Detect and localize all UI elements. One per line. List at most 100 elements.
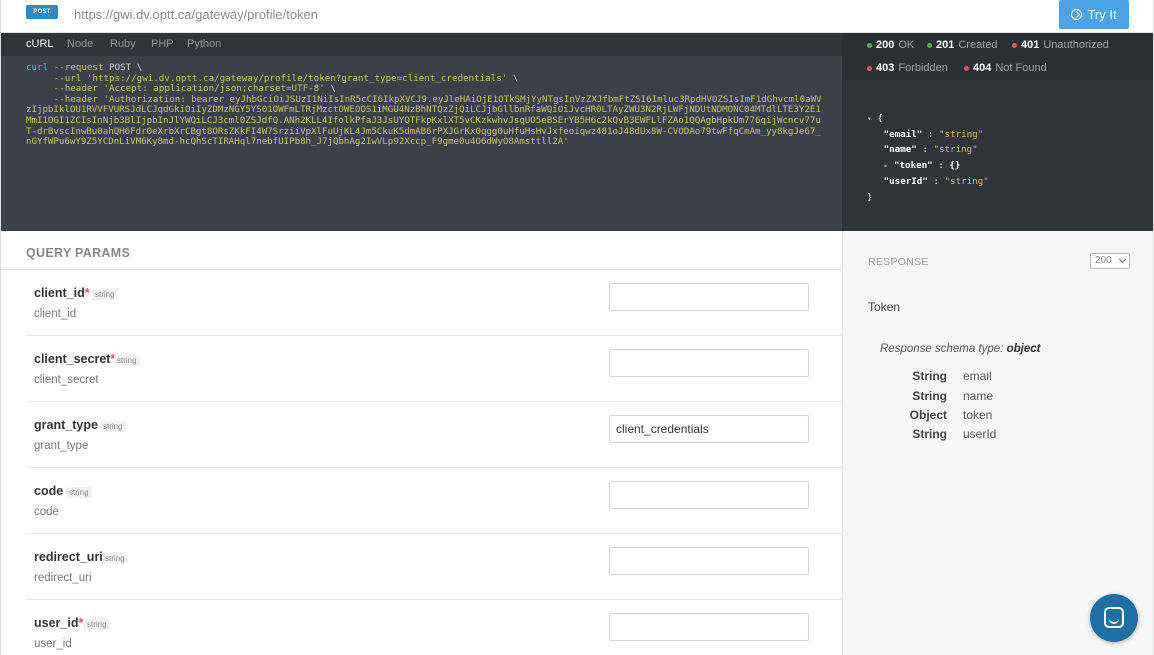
grant-type-input[interactable]	[609, 415, 809, 443]
field-name: token	[963, 408, 993, 422]
code-input[interactable]	[609, 481, 809, 509]
status-dot	[867, 65, 872, 71]
json-key: "email"	[883, 128, 923, 140]
expand-caret-icon[interactable]: ▸	[884, 161, 889, 170]
status-404[interactable]: 404 Not Found	[964, 62, 1047, 74]
section-title: QUERY PARAMS	[26, 246, 131, 260]
status-text: Created	[958, 39, 998, 51]
param-type-badge: string	[100, 421, 126, 432]
status-403[interactable]: 403 Forbidden	[867, 62, 948, 74]
try-it-label: Try It	[1087, 7, 1117, 22]
status-text: Not Found	[995, 62, 1047, 74]
tab-php[interactable]: PHP	[151, 38, 174, 50]
client-id-input[interactable]	[609, 283, 809, 311]
param-name: client_id*	[34, 286, 90, 300]
param-row-client-secret: client_secret* string client_secret	[26, 336, 842, 402]
query-params-section: QUERY PARAMS client_id* string client_id…	[1, 231, 842, 655]
code-continuation: \	[136, 62, 143, 73]
param-type-badge: string	[92, 289, 118, 300]
field-name: email	[963, 369, 992, 383]
param-type-badge: string	[102, 553, 128, 564]
tab-ruby[interactable]: Ruby	[110, 38, 136, 50]
json-value: "string"	[938, 128, 984, 140]
circle-arrow-icon	[1071, 9, 1083, 20]
response-code-value: 200	[1095, 255, 1112, 266]
param-name-text: redirect_uri	[34, 550, 103, 564]
param-name: user_id*	[34, 616, 83, 630]
field-type: String	[912, 427, 947, 441]
tab-python[interactable]: Python	[187, 38, 221, 50]
collapse-caret-icon[interactable]: ▾	[867, 114, 872, 123]
field-name: userId	[963, 427, 997, 441]
response-title: RESPONSE	[868, 256, 929, 268]
json-value: {}	[949, 160, 961, 172]
status-code: 201	[936, 39, 955, 51]
param-description: grant_type	[34, 440, 89, 452]
status-dot	[867, 42, 872, 48]
param-name: grant_type	[34, 418, 98, 432]
status-201[interactable]: 201 Created	[927, 39, 998, 51]
status-200[interactable]: 200 OK	[867, 39, 914, 51]
code-continuation: \	[330, 83, 336, 95]
client-secret-input[interactable]	[609, 349, 809, 377]
field-name: name	[963, 389, 994, 403]
tab-node[interactable]: Node	[67, 38, 93, 50]
status-code: 401	[1021, 39, 1040, 51]
json-value: "string"	[933, 144, 978, 156]
redirect-uri-input[interactable]	[609, 547, 809, 575]
status-tabs: 200 OK 201 Created 401 Unauthorized 403 …	[842, 33, 1153, 80]
response-code-select[interactable]: 200	[1090, 253, 1130, 269]
status-text: Forbidden	[898, 62, 948, 74]
code-cmd: curl	[26, 62, 49, 73]
status-401[interactable]: 401 Unauthorized	[1012, 39, 1109, 51]
param-row-redirect-uri: redirect_uri string redirect_uri	[26, 534, 842, 600]
param-description: client_secret	[34, 374, 99, 386]
json-colon: :	[933, 175, 939, 187]
chat-launcher-button[interactable]	[1090, 594, 1138, 642]
json-preview: ▾ { "email" : "string" "name" : "string"…	[867, 111, 989, 205]
code-sample-panel: cURL Node Ruby PHP Python curl --request…	[1, 33, 842, 231]
field-type: String	[912, 389, 947, 403]
code-flag: --header	[53, 83, 98, 95]
param-description: user_id	[34, 638, 72, 650]
param-name-text: code	[34, 484, 64, 498]
code-flag: --url	[53, 72, 82, 84]
json-brace: {	[877, 113, 883, 124]
code-sample: curl --request POST \ --url 'https://gwi…	[26, 62, 826, 148]
param-row-client-id: client_id* string client_id	[26, 270, 842, 336]
json-colon: :	[922, 144, 928, 156]
code-auth-header: 'Authorization: bearer eyJhbGciOiJSUzI1N…	[26, 93, 822, 148]
status-code: 403	[876, 62, 895, 74]
param-type-badge: string	[84, 619, 110, 630]
tab-curl[interactable]: cURL	[26, 38, 54, 50]
status-text: OK	[898, 39, 915, 51]
json-brace: }	[867, 191, 873, 203]
required-marker: *	[78, 616, 84, 630]
status-dot	[927, 42, 932, 48]
param-name: client_secret*	[34, 352, 115, 366]
json-colon: :	[938, 160, 944, 172]
param-description: client_id	[34, 308, 77, 320]
status-code: 200	[876, 39, 895, 51]
schema-label: Response schema type:	[880, 343, 1004, 355]
code-value: 'Accept: application/json;charset=UTF-8'	[103, 83, 325, 95]
param-description: redirect_uri	[34, 572, 92, 584]
app-frame: POST https://gwi.dv.optt.ca/gateway/prof…	[0, 0, 1154, 655]
code-value: 'https://gwi.dv.optt.ca/gateway/profile/…	[86, 72, 508, 84]
status-dot	[964, 65, 969, 71]
param-description: code	[34, 506, 59, 518]
chevron-down-icon	[1118, 255, 1127, 264]
code-continuation: \	[512, 72, 519, 84]
field-type: Object	[909, 408, 947, 422]
user-id-input[interactable]	[609, 613, 809, 641]
status-text: Unauthorized	[1043, 39, 1109, 51]
schema-type-value: object	[1006, 343, 1041, 355]
response-preview-panel: 200 OK 201 Created 401 Unauthorized 403 …	[842, 33, 1153, 231]
try-it-button[interactable]: Try It	[1059, 0, 1129, 29]
param-row-grant-type: grant_type string grant_type	[26, 402, 842, 468]
json-key: "token"	[893, 160, 933, 172]
language-tabs: cURL Node Ruby PHP Python	[1, 33, 842, 56]
method-badge: POST	[26, 5, 58, 19]
required-marker: *	[84, 286, 90, 300]
json-key: "name"	[883, 144, 917, 156]
